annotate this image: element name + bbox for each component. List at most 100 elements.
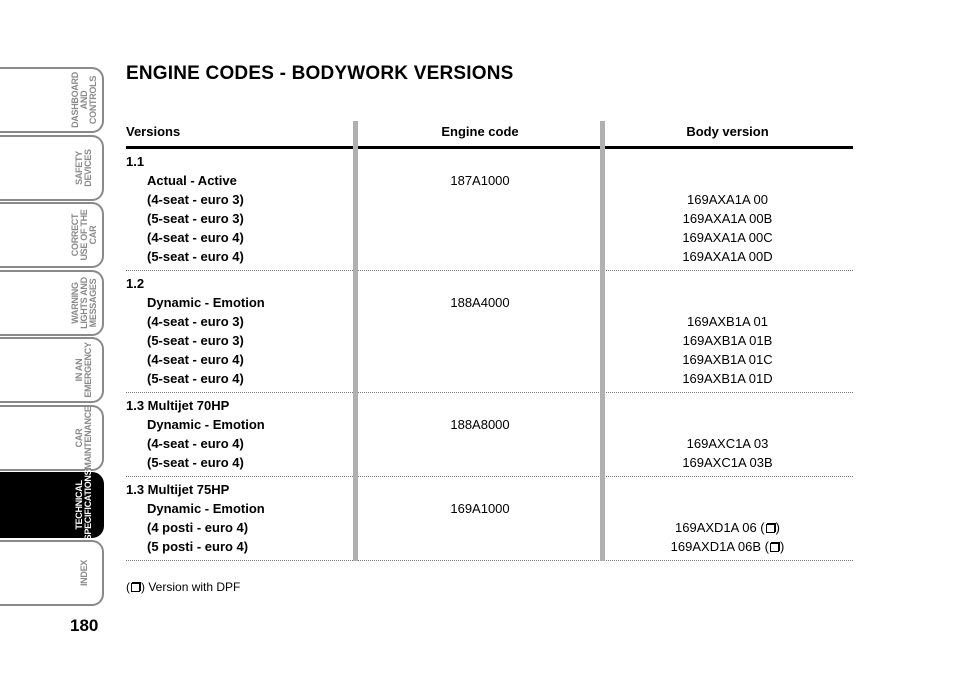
tab-label: CORRECT USE OF THE CAR: [69, 209, 98, 261]
body-version-cell: 169AXA1A 00C: [602, 230, 853, 245]
group-version: 1.3 Multijet 70HP: [126, 398, 230, 413]
table-row: (5-seat - euro 4) 169AXC1A 03B: [126, 454, 853, 473]
table-row: (5-seat - euro 4) 169AXB1A 01D: [126, 370, 853, 389]
engine-code-cell: 187A1000: [450, 173, 510, 188]
footnote: () Version with DPF: [126, 580, 241, 594]
version-cell: Dynamic - Emotion: [147, 501, 265, 516]
body-version-cell: 169AXC1A 03B: [602, 455, 853, 470]
table-row: (4-seat - euro 3) 169AXB1A 01: [126, 313, 853, 332]
body-version-text: 169AXB1A 01C: [682, 352, 773, 367]
footnote-text: Version with DPF: [148, 580, 241, 594]
version-cell: Dynamic - Emotion: [147, 295, 265, 310]
body-version-cell: 169AXC1A 03: [602, 436, 853, 451]
version-cell: (4-seat - euro 3): [147, 314, 244, 329]
version-cell: (5-seat - euro 3): [147, 211, 244, 226]
version-cell: (4-seat - euro 4): [147, 352, 244, 367]
version-cell: Actual - Active: [147, 173, 237, 188]
group-heading-row: 1.3 Multijet 75HP: [126, 481, 853, 500]
body-version-text: 169AXA1A 00B: [682, 211, 773, 226]
table-body: 1.1 Actual - Active 187A1000 (4-seat - euro…: [126, 149, 853, 561]
version-group: 1.3 Multijet 75HP Dynamic - Emotion 169A10…: [126, 477, 853, 561]
tab-label: IN AN EMERGENCY: [74, 342, 93, 398]
column-divider: [353, 121, 358, 561]
body-version-text: 169AXA1A 00: [687, 192, 768, 207]
column-divider: [600, 121, 605, 561]
tab-label: CAR MAINTENANCE: [74, 405, 93, 470]
header-body-version: Body version: [686, 124, 769, 139]
tab-label: SAFETY DEVICES: [74, 148, 93, 187]
table-row: Dynamic - Emotion 188A8000: [126, 416, 853, 435]
version-cell: Dynamic - Emotion: [147, 417, 265, 432]
table-row: (4-seat - euro 4) 169AXB1A 01C: [126, 351, 853, 370]
body-version-cell: 169AXB1A 01B: [602, 333, 853, 348]
version-cell: (5-seat - euro 4): [147, 371, 244, 386]
engine-code-cell: 169A1000: [450, 501, 510, 516]
tab-dashboard-and-controls[interactable]: DASHBOARD AND CONTROLS: [0, 67, 104, 133]
tab-label: INDEX: [78, 559, 89, 586]
table-row: (5-seat - euro 4) 169AXA1A 00D: [126, 248, 853, 267]
tab-label: TECHNICAL SPECIFICATIONS: [74, 469, 93, 541]
version-cell: (4-seat - euro 4): [147, 230, 244, 245]
tab-correct-use-of-the-car[interactable]: CORRECT USE OF THE CAR: [0, 202, 104, 268]
table-row: (4-seat - euro 4) 169AXC1A 03: [126, 435, 853, 454]
tab-label: WARNING LIGHTS AND MESSAGES: [69, 276, 98, 329]
header-engine-code: Engine code: [441, 124, 519, 139]
group-version: 1.1: [126, 154, 145, 169]
version-cell: (5 posti - euro 4): [147, 539, 249, 554]
body-version-cell: 169AXB1A 01: [602, 314, 853, 329]
version-group: 1.3 Multijet 70HP Dynamic - Emotion 188A80…: [126, 393, 853, 477]
group-version: 1.3 Multijet 75HP: [126, 482, 230, 497]
tab-in-an-emergency[interactable]: IN AN EMERGENCY: [0, 337, 104, 403]
group-version: 1.2: [126, 276, 145, 291]
tab-technical-specifications[interactable]: TECHNICAL SPECIFICATIONS: [0, 469, 104, 541]
version-cell: (5-seat - euro 4): [147, 249, 244, 264]
table-row: Dynamic - Emotion 169A1000: [126, 500, 853, 519]
tab-car-maintenance[interactable]: CAR MAINTENANCE: [0, 404, 104, 471]
tab-label: DASHBOARD AND CONTROLS: [69, 72, 98, 128]
body-version-cell: 169AXD1A 06B (): [670, 539, 785, 554]
page-title: ENGINE CODES - BODYWORK VERSIONS: [126, 63, 514, 84]
engine-code-cell: 188A8000: [450, 417, 510, 432]
dpf-symbol-icon: [769, 543, 779, 552]
group-heading-row: 1.2: [126, 275, 853, 294]
body-version-cell: 169AXD1A 06 (): [675, 520, 780, 535]
body-version-cell: 169AXA1A 00D: [602, 249, 853, 264]
engine-code-cell: 188A4000: [450, 295, 510, 310]
body-version-cell: 169AXA1A 00: [602, 192, 853, 207]
page-number: 180: [70, 616, 99, 635]
table-row: (4-seat - euro 3) 169AXA1A 00: [126, 191, 853, 210]
body-version-cell: 169AXA1A 00B: [602, 211, 853, 226]
body-version-text: 169AXB1A 01D: [682, 371, 773, 386]
tab-index[interactable]: INDEX: [0, 539, 104, 606]
version-group: 1.2 Dynamic - Emotion 188A4000 (4-seat - eu…: [126, 271, 853, 393]
table-header: Versions Engine code Body version: [126, 121, 853, 149]
table-row: (5-seat - euro 3) 169AXA1A 00B: [126, 210, 853, 229]
body-version-text: 169AXD1A 06B: [670, 539, 762, 554]
body-version-cell: 169AXB1A 01C: [602, 352, 853, 367]
table-row: (5 posti - euro 4) 169AXD1A 06B (): [126, 538, 853, 557]
version-cell: (5-seat - euro 3): [147, 333, 244, 348]
tab-safety-devices[interactable]: SAFETY DEVICES: [0, 134, 104, 201]
body-version-text: 169AXD1A 06: [675, 520, 757, 535]
dpf-symbol-icon: [765, 524, 775, 533]
body-version-text: 169AXB1A 01: [687, 314, 768, 329]
version-cell: (4 posti - euro 4): [147, 520, 249, 535]
table-row: Actual - Active 187A1000: [126, 172, 853, 191]
table-row: Dynamic - Emotion 188A4000: [126, 294, 853, 313]
version-cell: (5-seat - euro 4): [147, 455, 244, 470]
body-version-text: 169AXA1A 00C: [682, 230, 773, 245]
version-group: 1.1 Actual - Active 187A1000 (4-seat - euro…: [126, 149, 853, 271]
version-cell: (4-seat - euro 3): [147, 192, 244, 207]
body-version-cell: 169AXB1A 01D: [602, 371, 853, 386]
body-version-text: 169AXC1A 03: [686, 436, 769, 451]
tab-warning-lights-and-messages[interactable]: WARNING LIGHTS AND MESSAGES: [0, 269, 104, 336]
group-heading-row: 1.3 Multijet 70HP: [126, 397, 853, 416]
group-heading-row: 1.1: [126, 153, 853, 172]
version-cell: (4-seat - euro 4): [147, 436, 244, 451]
table-row: (4 posti - euro 4) 169AXD1A 06 (): [126, 519, 853, 538]
table-row: (5-seat - euro 3) 169AXB1A 01B: [126, 332, 853, 351]
engine-codes-table: Versions Engine code Body version 1.1 Act…: [126, 121, 853, 561]
table-row: (4-seat - euro 4) 169AXA1A 00C: [126, 229, 853, 248]
dpf-symbol-icon: [131, 583, 140, 592]
body-version-text: 169AXA1A 00D: [682, 249, 773, 264]
